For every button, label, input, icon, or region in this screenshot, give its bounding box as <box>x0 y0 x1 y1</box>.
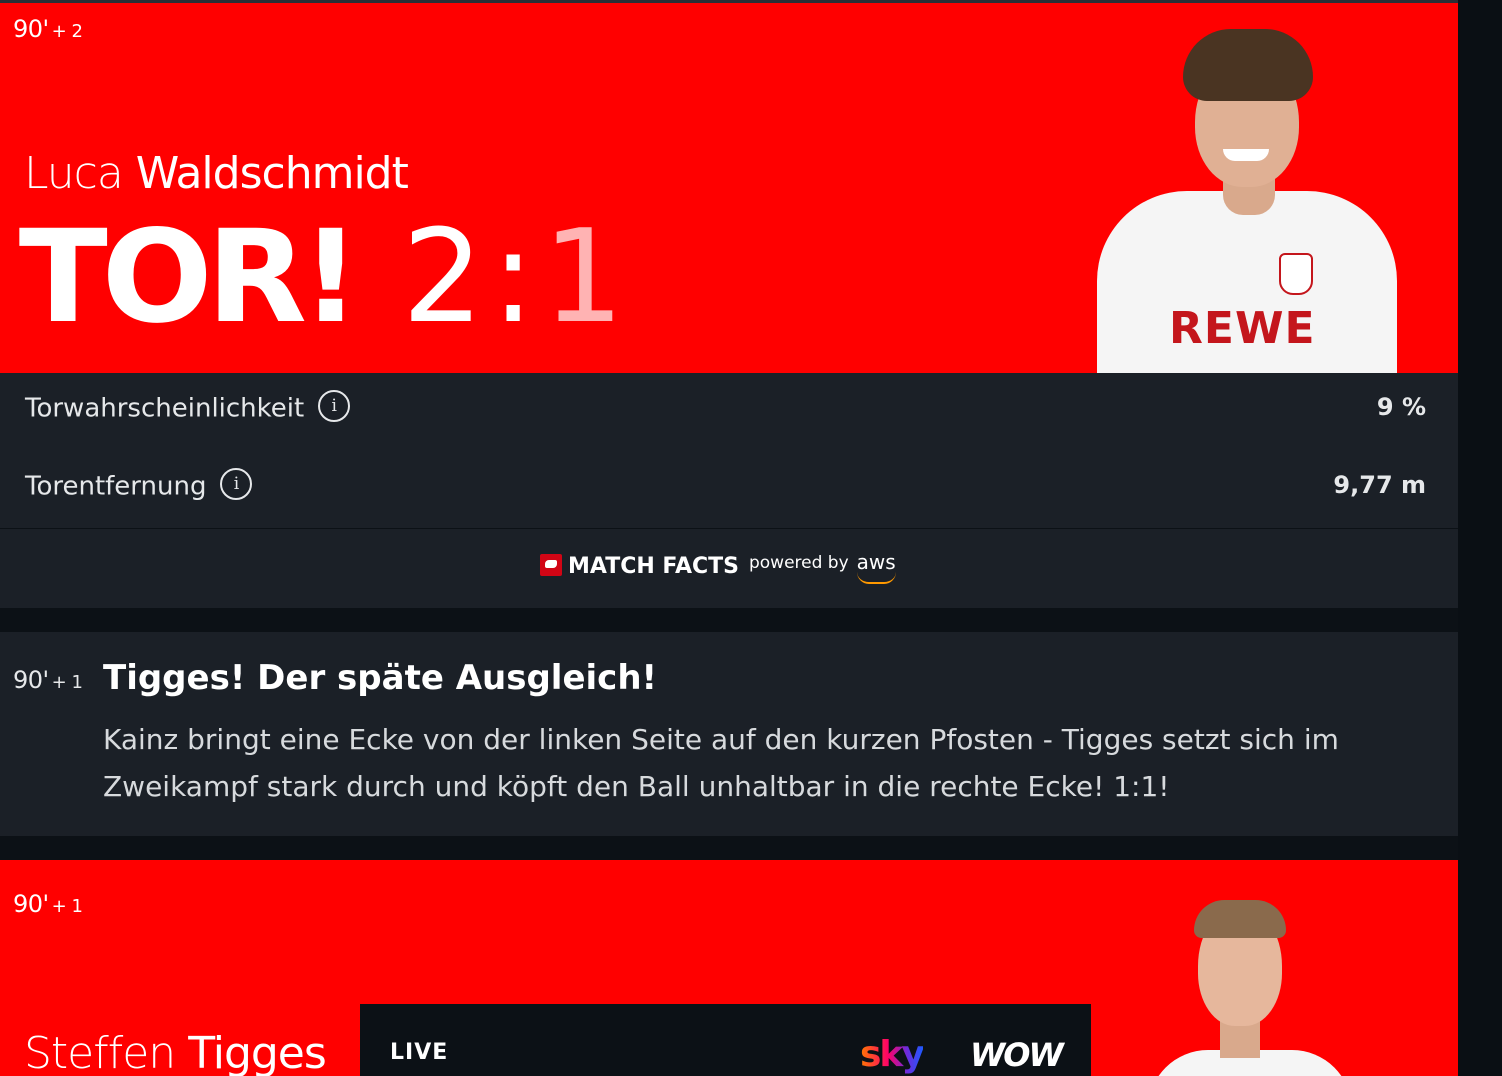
sky-logo[interactable]: sky <box>860 1034 925 1075</box>
live-label: LIVE <box>390 1040 449 1065</box>
fact-row-distance: Torentfernung i 9,77 m <box>0 451 1458 521</box>
scorer-last-name: Tigges <box>188 1028 327 1076</box>
aws-logo: aws <box>856 549 896 584</box>
aws-smile-icon <box>856 572 896 584</box>
info-icon[interactable]: i <box>220 468 253 500</box>
scorer-name: Luca Waldschmidt <box>24 148 409 199</box>
live-stream-bar[interactable]: LIVE sky WOW <box>360 1004 1091 1076</box>
event-minute: 90' + 2 <box>13 15 83 43</box>
commentary-body: Kainz bringt eine Ecke von der linken Se… <box>103 723 1339 803</box>
minute-value: 90' <box>13 15 49 43</box>
goal-card-waldschmidt[interactable]: 90' + 2 Luca Waldschmidt TOR! 2:1 REWE <box>0 3 1458 373</box>
goal-headline: TOR! 2:1 <box>19 213 624 343</box>
player-hair <box>1194 900 1286 938</box>
added-time: + 1 <box>51 896 83 917</box>
fact-label: Torentfernung i <box>25 468 253 503</box>
fact-label: Torwahrscheinlichkeit i <box>25 390 351 425</box>
match-facts-branding: MATCH FACTS powered by aws <box>540 550 896 588</box>
info-icon[interactable]: i <box>318 390 351 422</box>
score-separator: : <box>491 203 535 352</box>
player-smile <box>1223 149 1269 161</box>
scorer-first-name: Luca <box>24 148 124 199</box>
scorer-first-name: Steffen <box>24 1028 176 1076</box>
commentary-item: 90' + 1 Tigges! Der späte Ausgleich! Kain… <box>0 632 1458 836</box>
scorer-last-name: Waldschmidt <box>135 148 409 199</box>
player-portrait <box>1140 900 1360 1076</box>
wow-logo[interactable]: WOW <box>970 1036 1064 1074</box>
score-away: 1 <box>542 203 624 352</box>
added-time: + 1 <box>51 672 83 693</box>
added-time: + 2 <box>51 21 83 42</box>
club-crest-icon <box>1279 253 1313 295</box>
fact-label-text: Torentfernung <box>25 471 207 502</box>
event-minute: 90' + 1 <box>13 666 83 694</box>
goal-headline-text: TOR! <box>18 203 361 352</box>
divider <box>0 528 1458 529</box>
minute-value: 90' <box>13 890 49 918</box>
minute-value: 90' <box>13 666 49 694</box>
scroll-gutter <box>1458 0 1502 1076</box>
shirt-sponsor: REWE <box>1169 303 1316 354</box>
aws-text: aws <box>856 549 896 574</box>
player-hair <box>1183 29 1313 101</box>
match-facts-panel: Torwahrscheinlichkeit i 9 % Torentfernung… <box>0 373 1458 608</box>
event-minute: 90' + 1 <box>13 890 83 918</box>
fact-value: 9,77 m <box>1333 471 1426 499</box>
match-facts-label: MATCH FACTS <box>568 554 739 579</box>
score-line: 2:1 <box>402 213 624 343</box>
fact-row-probability: Torwahrscheinlichkeit i 9 % <box>0 373 1458 443</box>
score-home: 2 <box>402 203 484 352</box>
fact-label-text: Torwahrscheinlichkeit <box>25 393 305 424</box>
player-portrait: REWE <box>1085 21 1405 373</box>
fact-value: 9 % <box>1376 393 1426 421</box>
commentary-title: Tigges! Der späte Ausgleich! <box>103 658 658 698</box>
scorer-name: Steffen Tigges <box>24 1028 327 1076</box>
powered-by-label: powered by <box>748 552 849 573</box>
bundesliga-logo-icon <box>540 553 562 576</box>
